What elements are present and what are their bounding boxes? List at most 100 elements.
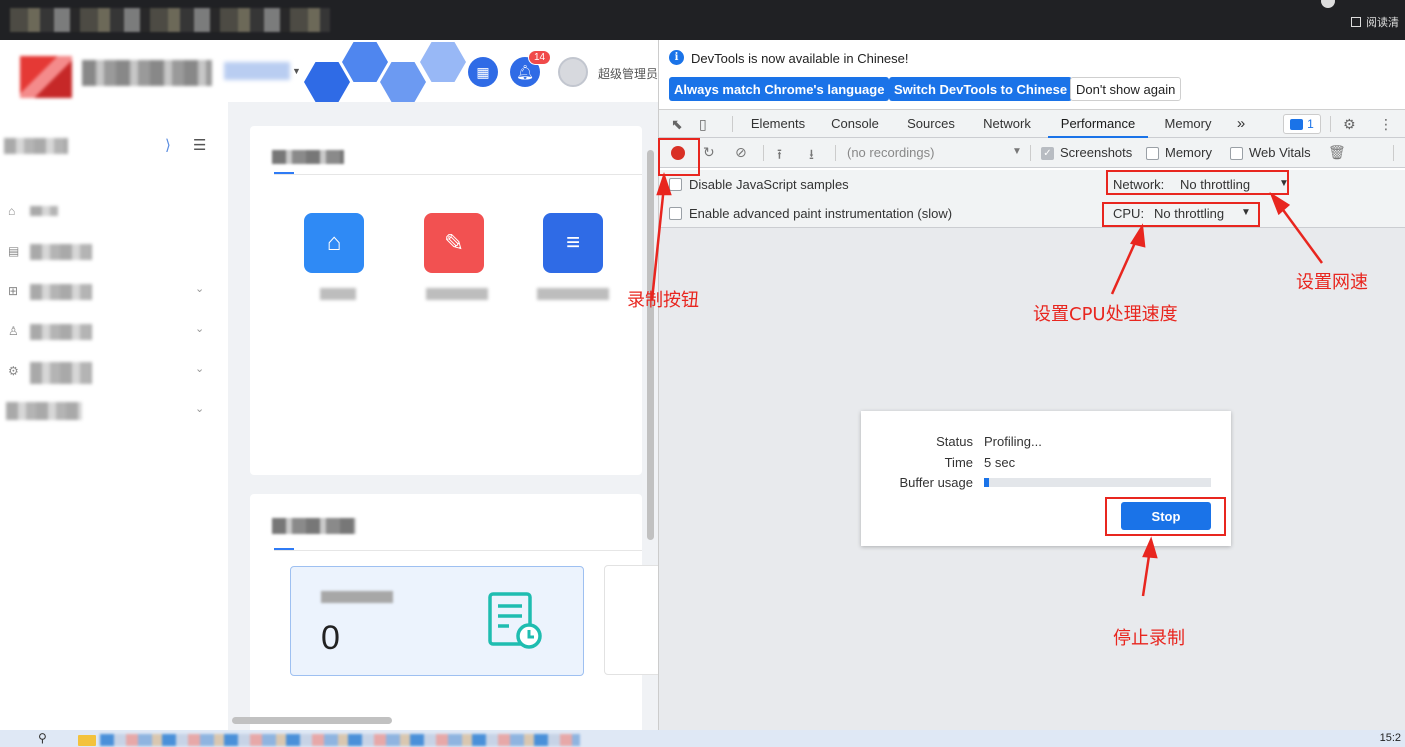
stop-button-highlight	[1105, 497, 1226, 536]
buffer-usage-fill	[984, 478, 989, 487]
reading-mode-icon	[1351, 17, 1361, 27]
divider	[835, 145, 836, 161]
header-dropdown-blurred[interactable]	[224, 62, 290, 80]
sidebar-item-label-blurred	[30, 206, 58, 216]
menu-fold-icon[interactable]: ☰	[193, 136, 206, 154]
screenshots-checkbox[interactable]: ✓	[1041, 147, 1054, 160]
edit-form-shortcut-button[interactable]: ✎	[424, 213, 484, 273]
main-content: ⌂ ✎ ≡ 0	[228, 102, 658, 730]
buffer-usage-bar	[984, 478, 1211, 487]
home-icon: ⌂	[8, 204, 16, 218]
vertical-scrollbar[interactable]	[647, 150, 654, 540]
disable-js-samples-checkbox[interactable]	[669, 178, 682, 191]
device-toolbar-icon[interactable]: ▯	[699, 116, 707, 133]
horizontal-scrollbar[interactable]	[232, 717, 392, 724]
record-button-highlight	[658, 138, 700, 176]
windows-taskbar: ⚲ 15:2	[0, 730, 1405, 747]
issues-icon	[1290, 118, 1304, 130]
stat-tile-next[interactable]	[604, 565, 658, 675]
collapse-toggle-icon[interactable]: ⟩	[165, 136, 171, 154]
taskbar-apps-blurred[interactable]	[100, 734, 580, 746]
capture-settings-row: Disable JavaScript samples Network: No t…	[659, 170, 1405, 199]
divider	[732, 116, 733, 132]
tab-memory[interactable]: Memory	[1156, 110, 1220, 138]
advanced-paint-checkbox[interactable]	[669, 207, 682, 220]
home-shortcut-button[interactable]: ⌂	[304, 213, 364, 273]
reload-record-icon[interactable]: ↻	[703, 144, 715, 161]
hexagon-decoration	[420, 42, 466, 82]
clock: 15:2	[1379, 732, 1401, 744]
sidebar-item-label-blurred	[30, 362, 92, 384]
always-match-language-button[interactable]: Always match Chrome's language	[669, 77, 890, 101]
tab-network[interactable]: Network	[975, 110, 1039, 138]
reading-mode-label: 阅读清	[1366, 17, 1399, 29]
advanced-paint-label: Enable advanced paint instrumentation (s…	[689, 206, 953, 221]
tab-console[interactable]: Console	[823, 110, 887, 138]
browser-tabstrip: 阅读清	[0, 0, 1405, 40]
screenshots-label: Screenshots	[1060, 145, 1133, 160]
memory-checkbox[interactable]	[1146, 147, 1159, 160]
performance-toolbar: ↻ ⊘ ⭱ ⭳ (no recordings) ▼ ✓ Screenshots …	[659, 138, 1405, 168]
time-key: Time	[944, 455, 973, 470]
annotation-network-speed: 设置网速	[1296, 272, 1368, 293]
card-title-blurred	[272, 150, 344, 164]
gear-icon[interactable]: ⚙︎	[1343, 116, 1356, 133]
chevron-down-icon: ⌄	[195, 403, 205, 415]
switch-to-chinese-button[interactable]: Switch DevTools to Chinese	[889, 77, 1073, 101]
cpu-throttle-highlight	[1102, 202, 1260, 227]
folder-icon[interactable]	[78, 735, 96, 746]
document-clock-icon	[488, 592, 542, 649]
load-profile-icon[interactable]: ⭱	[777, 144, 782, 168]
devtools-tabs: ⬉ ▯ Elements Console Sources Network Per…	[659, 110, 1405, 138]
sidebar-title-blurred	[4, 138, 68, 154]
trash-icon[interactable]: 🗑︎	[1328, 144, 1346, 161]
admin-label[interactable]: 超级管理员	[598, 65, 658, 82]
dont-show-again-button[interactable]: Don't show again	[1070, 77, 1182, 101]
tab-elements[interactable]: Elements	[743, 110, 813, 138]
info-icon: i	[669, 50, 684, 65]
shortcut-label-blurred	[426, 288, 488, 300]
network-throttle-highlight	[1106, 170, 1289, 195]
devtools-panel: i DevTools is now available in Chinese! …	[658, 40, 1405, 730]
profile-icon[interactable]	[1321, 0, 1335, 8]
issues-button[interactable]: 1	[1283, 114, 1321, 134]
caret-down-icon[interactable]: ▼	[1012, 146, 1022, 157]
sidebar-item-label-blurred	[30, 244, 92, 260]
web-vitals-checkbox[interactable]	[1230, 147, 1243, 160]
list-shortcut-button[interactable]: ≡	[543, 213, 603, 273]
document-icon: ▤	[8, 244, 20, 258]
save-profile-icon[interactable]: ⭳	[809, 144, 814, 168]
app-header: ▼ ▦ 🔔︎ 14 超级管理员	[0, 40, 658, 102]
org-chart-icon: ⊞	[8, 284, 19, 298]
recordings-select[interactable]: (no recordings)	[847, 145, 934, 160]
divider	[1330, 116, 1331, 132]
tab-performance[interactable]: Performance	[1048, 110, 1148, 138]
shortcut-label-blurred	[537, 288, 609, 300]
chevron-down-icon: ⌄	[195, 363, 205, 375]
annotation-cpu-speed: 设置CPU处理速度	[1033, 304, 1178, 325]
hexagon-decoration	[342, 42, 388, 82]
chevron-down-icon: ⌄	[195, 283, 205, 295]
inspect-element-icon[interactable]: ⬉	[671, 116, 683, 133]
memory-label: Memory	[1165, 145, 1212, 160]
apps-grid-icon[interactable]: ▦	[468, 57, 498, 87]
reading-mode-button[interactable]: 阅读清	[1351, 14, 1399, 30]
caret-down-icon[interactable]: ▼	[292, 66, 301, 76]
performance-canvas: Status Profiling... Time 5 sec Buffer us…	[659, 228, 1405, 730]
user-icon: ♙	[8, 324, 19, 338]
status-key: Status	[936, 434, 973, 449]
hexagon-decoration	[304, 62, 350, 102]
blurred-browser-tabs[interactable]	[10, 8, 330, 32]
stat-value: 0	[321, 619, 340, 657]
more-options-icon[interactable]: ⋮	[1379, 116, 1393, 133]
avatar[interactable]	[558, 57, 588, 87]
stat-tile-todo[interactable]: 0	[290, 566, 584, 676]
divider	[1393, 145, 1394, 161]
search-icon[interactable]: ⚲	[38, 731, 47, 745]
divider	[274, 174, 642, 175]
tab-sources[interactable]: Sources	[899, 110, 963, 138]
status-value: Profiling...	[984, 434, 1042, 449]
divider	[274, 550, 642, 551]
clear-icon[interactable]: ⊘	[735, 144, 747, 161]
more-tabs-icon[interactable]: »	[1231, 110, 1251, 138]
